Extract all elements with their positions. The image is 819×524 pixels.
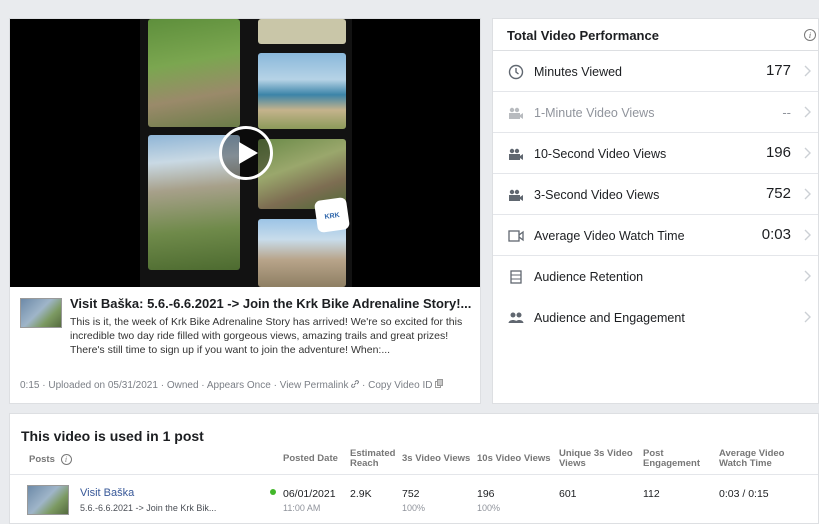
people-icon: [508, 312, 524, 323]
video-frame-image: [258, 53, 346, 129]
video-frame-image: [148, 19, 240, 127]
metric-value: 752: [765, 185, 791, 202]
metric-value: 177: [765, 62, 791, 79]
metric-row-3-second-views[interactable]: 3-Second Video Views 752: [493, 174, 818, 215]
panel-title: Total Video Performance: [507, 28, 659, 43]
column-header-10s-views[interactable]: 10s Video Views: [477, 454, 551, 464]
video-views-icon: [509, 189, 523, 201]
chevron-right-icon: [804, 270, 811, 282]
video-duration: 0:15: [20, 380, 40, 391]
chevron-right-icon: [804, 311, 811, 323]
metric-row-average-watch-time[interactable]: Average Video Watch Time 0:03: [493, 215, 818, 256]
post-text: This is it, the week of Krk Bike Adrenal…: [70, 316, 463, 356]
column-header-posted-date[interactable]: Posted Date: [283, 454, 338, 464]
published-status-dot: [270, 489, 276, 495]
estimated-reach-value: 2.9K: [350, 488, 372, 500]
chevron-right-icon: [804, 229, 811, 241]
video-views-icon: [509, 148, 523, 160]
posted-time: 11:00 AM: [283, 503, 321, 513]
metric-value: --: [782, 105, 791, 120]
posted-date: 06/01/2021: [283, 488, 336, 500]
play-icon: [239, 142, 258, 164]
link-icon: [351, 380, 360, 388]
metric-row-audience-engagement[interactable]: Audience and Engagement: [493, 297, 818, 338]
views-10s-percent: 100%: [477, 503, 501, 513]
unique-3s-views-value: 601: [559, 488, 577, 500]
view-permalink-link[interactable]: View Permalink: [280, 380, 349, 391]
metric-value: 196: [765, 144, 791, 161]
metric-label: 3-Second Video Views: [534, 188, 660, 202]
metric-label: 1-Minute Video Views: [534, 106, 655, 120]
average-watch-time-value: 0:03 / 0:15: [719, 488, 769, 500]
upload-date: Uploaded on 05/31/2021: [48, 380, 158, 391]
post-thumbnail: [20, 298, 62, 328]
krk-bike-logo: KRK: [313, 196, 351, 234]
header-divider: [10, 474, 818, 475]
video-frame-image: [258, 19, 346, 44]
post-thumbnail[interactable]: [27, 485, 69, 515]
appearance-count: Appears Once: [206, 380, 271, 391]
metric-row-audience-retention[interactable]: Audience Retention: [493, 256, 818, 297]
copy-video-id-link[interactable]: Copy Video ID: [368, 380, 432, 391]
post-title[interactable]: Visit Baška: 5.6.-6.6.2021 -> Join the K…: [70, 296, 475, 311]
posts-table-title: This video is used in 1 post: [21, 428, 204, 444]
copy-icon[interactable]: [435, 379, 444, 388]
metric-label: Average Video Watch Time: [534, 229, 685, 243]
info-icon[interactable]: i: [60, 454, 72, 465]
video-meta: 0:15 · Uploaded on 05/31/2021 · Owned · …: [20, 379, 444, 391]
metric-label: Audience and Engagement: [534, 311, 685, 325]
panel-header: Total Video Performance i: [493, 19, 818, 51]
chevron-right-icon: [804, 106, 811, 118]
video-camera-icon: [508, 230, 524, 242]
chevron-right-icon: [804, 65, 811, 77]
column-header-unique-3s-views[interactable]: Unique 3s Video Views: [559, 449, 633, 469]
views-10s-value: 196: [477, 488, 495, 500]
clock-icon: [508, 64, 524, 80]
video-player[interactable]: KRK: [10, 19, 480, 287]
posts-table-card: This video is used in 1 post Posts i Pos…: [9, 413, 819, 524]
info-icon[interactable]: i: [804, 29, 816, 41]
column-header-posts[interactable]: Posts i: [29, 454, 72, 465]
ownership-status: Owned: [166, 380, 199, 391]
post-description: 5.6.-6.6.2021 -> Join the Krk Bik...: [80, 503, 217, 513]
metric-row-minutes-viewed[interactable]: Minutes Viewed 177: [493, 51, 818, 92]
views-3s-value: 752: [402, 488, 420, 500]
metric-row-10-second-views[interactable]: 10-Second Video Views 196: [493, 133, 818, 174]
video-performance-panel: Total Video Performance i Minutes Viewed…: [492, 18, 819, 404]
film-icon: [510, 270, 522, 284]
video-views-icon: [509, 107, 523, 119]
column-header-estimated-reach[interactable]: Estimated Reach: [350, 449, 395, 469]
video-card: KRK Visit Baška: 5.6.-6.6.2021 -> Join t…: [9, 18, 481, 404]
column-header-post-engagement[interactable]: Post Engagement: [643, 449, 700, 469]
metric-label: Audience Retention: [534, 270, 644, 284]
post-engagement-value: 112: [643, 488, 660, 500]
chevron-right-icon: [804, 188, 811, 200]
chevron-right-icon: [804, 147, 811, 159]
metric-label: Minutes Viewed: [534, 65, 623, 79]
column-header-average-watch-time[interactable]: Average Video Watch Time: [719, 449, 784, 469]
metric-value: 0:03: [761, 226, 791, 243]
column-header-3s-views[interactable]: 3s Video Views: [402, 454, 470, 464]
views-3s-percent: 100%: [402, 503, 426, 513]
post-name-link[interactable]: Visit Baška: [80, 487, 134, 499]
metric-label: 10-Second Video Views: [534, 147, 667, 161]
metric-row-1-minute-views[interactable]: 1-Minute Video Views --: [493, 92, 818, 133]
play-button[interactable]: [219, 126, 273, 180]
